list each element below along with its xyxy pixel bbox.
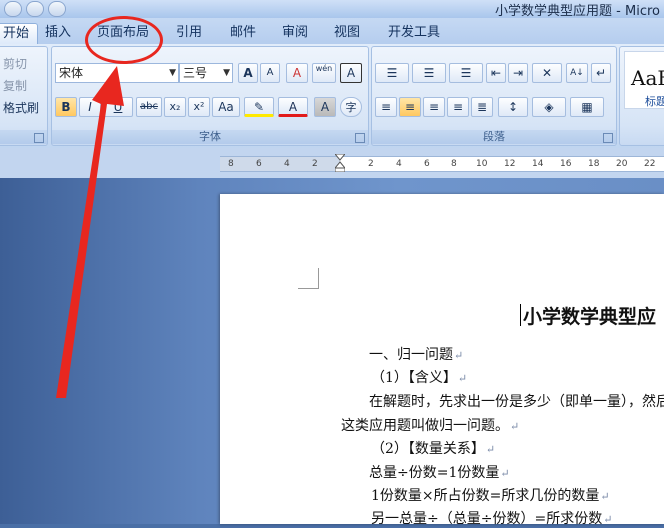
annotation-arrow <box>56 66 124 398</box>
